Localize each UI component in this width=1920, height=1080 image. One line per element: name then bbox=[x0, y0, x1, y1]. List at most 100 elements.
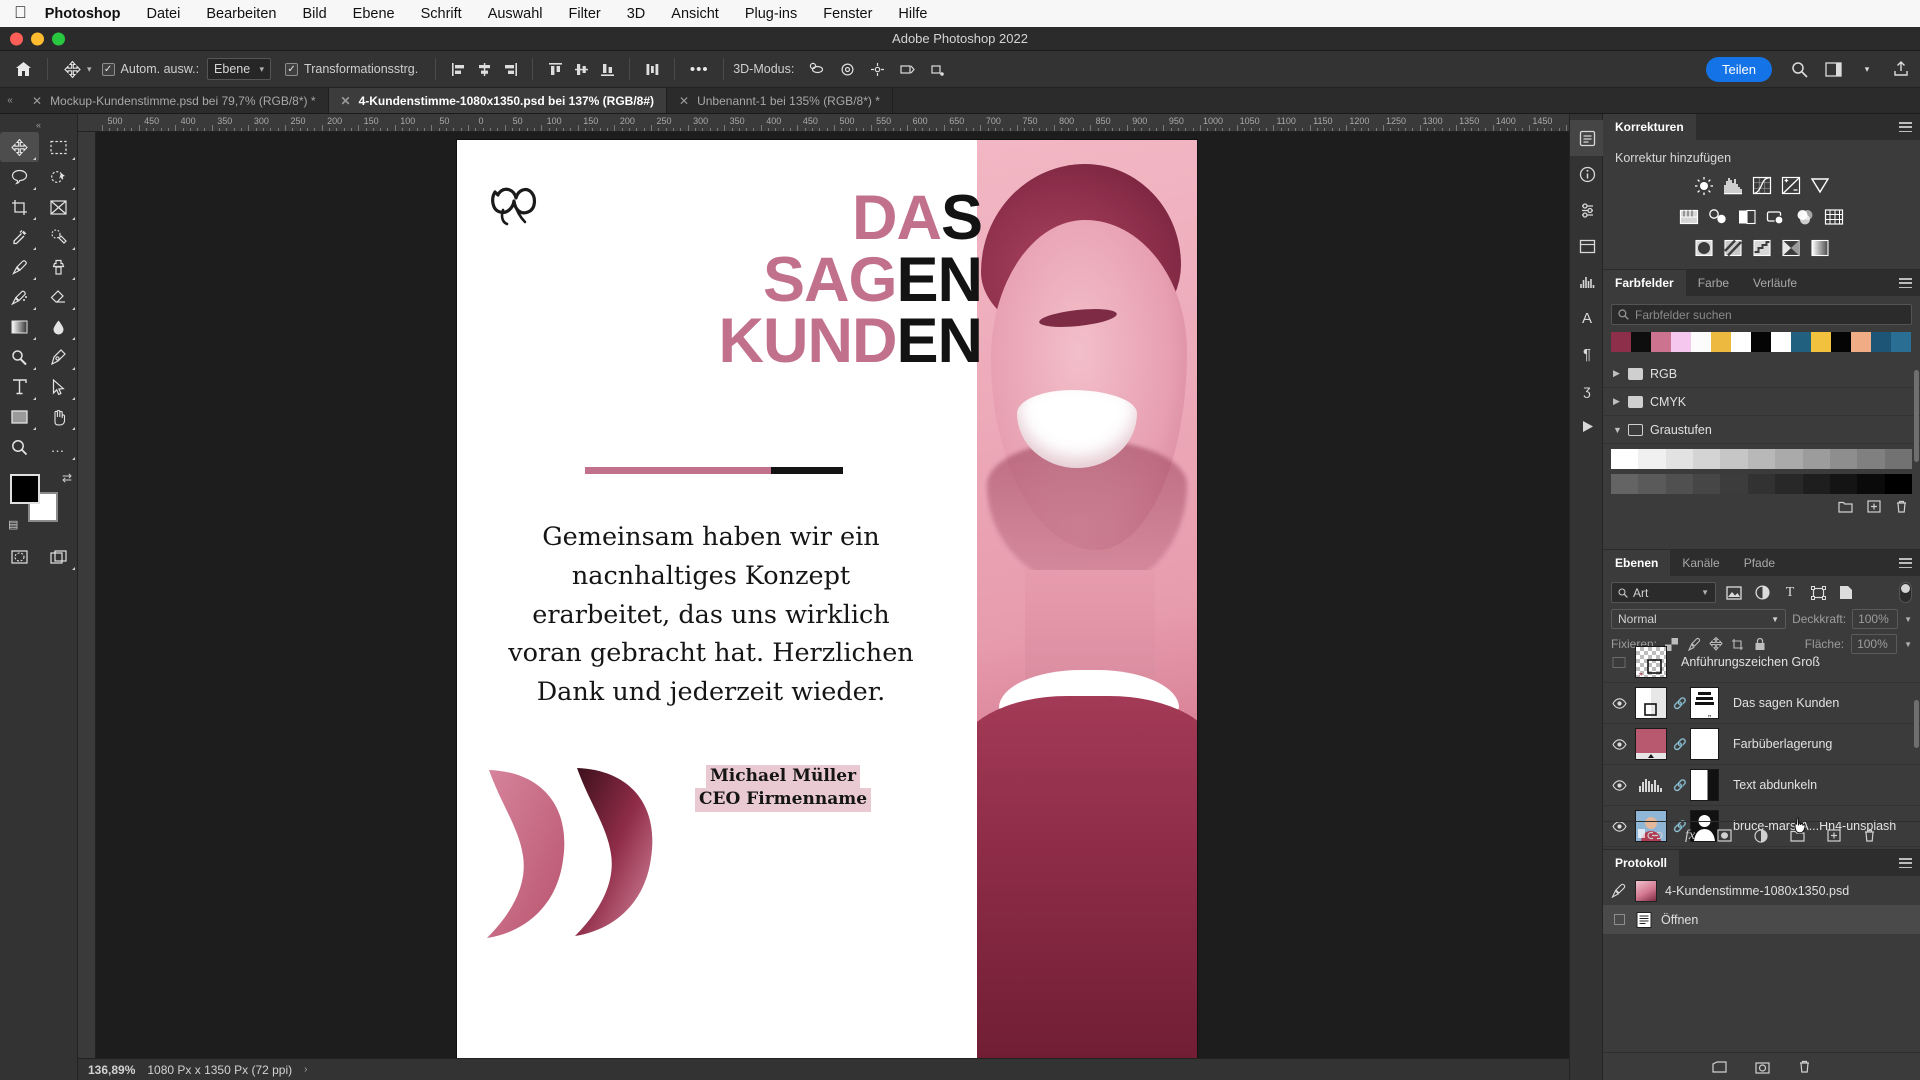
filter-enable-toggle[interactable] bbox=[1899, 582, 1912, 603]
auto-select-checkbox[interactable]: ✓ bbox=[101, 62, 115, 76]
object-selection-tool[interactable] bbox=[39, 162, 78, 192]
3d-pan-icon[interactable] bbox=[862, 55, 892, 83]
swap-colors-icon[interactable]: ⇄ bbox=[62, 471, 72, 485]
brush-tool[interactable] bbox=[0, 252, 39, 282]
properties-icon[interactable] bbox=[1570, 120, 1604, 156]
tab-pfade[interactable]: Pfade bbox=[1732, 550, 1787, 576]
new-swatch-icon[interactable] bbox=[1867, 500, 1881, 513]
brightness-contrast-icon[interactable] bbox=[1693, 175, 1715, 196]
panel-menu-icon[interactable] bbox=[1899, 858, 1912, 868]
grayscale-swatch[interactable] bbox=[1693, 474, 1721, 494]
align-bottom-edges-icon[interactable] bbox=[594, 56, 620, 82]
grayscale-swatch[interactable] bbox=[1638, 449, 1666, 469]
default-colors-icon[interactable]: ▤ bbox=[8, 518, 18, 531]
grayscale-swatch[interactable] bbox=[1638, 474, 1666, 494]
menu-item-3d[interactable]: 3D bbox=[627, 6, 646, 22]
artboard[interactable]: DAS SAGEN KUNDEN Gemeinsam haben wir ein… bbox=[457, 140, 1197, 1065]
invert-icon[interactable] bbox=[1693, 237, 1715, 258]
layer-mask-link-icon[interactable]: 🔗 bbox=[1673, 738, 1687, 751]
panel-menu-icon[interactable] bbox=[1899, 558, 1912, 568]
menu-item-bearbeiten[interactable]: Bearbeiten bbox=[206, 6, 276, 22]
history-brush-slot[interactable] bbox=[1611, 914, 1627, 925]
color-swatch[interactable] bbox=[1611, 332, 1631, 352]
layer-mask-thumbnail[interactable] bbox=[1690, 769, 1719, 801]
move-tool[interactable] bbox=[0, 132, 39, 162]
gradient-tool[interactable] bbox=[0, 312, 39, 342]
table-row[interactable]: 🔗 „ Das sagen Kunden bbox=[1603, 683, 1920, 724]
align-horizontal-centers-icon[interactable] bbox=[471, 56, 497, 82]
color-lookup-icon[interactable] bbox=[1823, 206, 1845, 227]
grayscale-swatch[interactable] bbox=[1611, 449, 1639, 469]
grayscale-swatch[interactable] bbox=[1857, 449, 1885, 469]
filter-adjustment-icon[interactable] bbox=[1752, 583, 1772, 603]
tab-ebenen[interactable]: Ebenen bbox=[1603, 550, 1671, 576]
histogram-icon[interactable] bbox=[1570, 264, 1604, 300]
layer-thumbnail[interactable] bbox=[1635, 728, 1667, 760]
home-icon[interactable] bbox=[8, 55, 38, 83]
layer-mask-link-icon[interactable]: 🔗 bbox=[1673, 697, 1687, 710]
layer-visibility-toggle[interactable] bbox=[1609, 656, 1629, 668]
libraries-icon[interactable] bbox=[1570, 228, 1604, 264]
3d-orbit-icon[interactable] bbox=[802, 55, 832, 83]
color-swatch[interactable] bbox=[1791, 332, 1811, 352]
new-group-icon[interactable] bbox=[1838, 500, 1853, 513]
tab-farbfelder[interactable]: Farbfelder bbox=[1603, 270, 1686, 296]
layer-visibility-toggle[interactable] bbox=[1609, 779, 1629, 791]
rectangle-tool[interactable] bbox=[0, 402, 39, 432]
color-swatch[interactable] bbox=[1691, 332, 1711, 352]
character-icon[interactable]: A bbox=[1570, 300, 1604, 336]
grayscale-swatch[interactable] bbox=[1829, 449, 1858, 469]
swatch-folder-graustufen[interactable]: ▼ Graustufen bbox=[1603, 416, 1920, 444]
layer-style-icon[interactable]: fx bbox=[1685, 828, 1695, 844]
menu-item-schrift[interactable]: Schrift bbox=[421, 6, 462, 22]
selective-color-icon[interactable] bbox=[1780, 237, 1802, 258]
grayscale-swatch[interactable] bbox=[1802, 449, 1830, 469]
chevron-right-icon[interactable]: › bbox=[304, 1064, 307, 1075]
document-tab-kundenstimme[interactable]: ✕ 4-Kundenstimme-1080x1350.psd bei 137% … bbox=[328, 88, 668, 113]
paragraph-icon[interactable]: ¶ bbox=[1570, 336, 1604, 372]
canvas-area[interactable]: DAS SAGEN KUNDEN Gemeinsam haben wir ein… bbox=[96, 132, 1602, 1066]
adjustments-icon[interactable] bbox=[1570, 192, 1604, 228]
new-group-icon[interactable] bbox=[1790, 830, 1805, 842]
layer-visibility-toggle[interactable] bbox=[1609, 697, 1629, 709]
close-icon[interactable]: ✕ bbox=[341, 94, 351, 108]
lasso-tool[interactable] bbox=[0, 162, 39, 192]
list-item[interactable]: Öffnen bbox=[1603, 905, 1920, 934]
posterize-icon[interactable] bbox=[1722, 237, 1744, 258]
swatches-scrollbar[interactable] bbox=[1914, 370, 1919, 462]
share-export-icon[interactable] bbox=[1886, 55, 1916, 83]
menu-item-ansicht[interactable]: Ansicht bbox=[671, 6, 719, 22]
transform-controls-checkbox[interactable]: ✓ bbox=[285, 62, 299, 76]
layer-mask-link-icon[interactable]: 🔗 bbox=[1673, 779, 1687, 792]
align-right-edges-icon[interactable] bbox=[497, 56, 523, 82]
layer-thumbnail[interactable] bbox=[1635, 687, 1667, 719]
delete-swatch-icon[interactable] bbox=[1895, 500, 1908, 513]
layer-mask-thumbnail[interactable]: „ bbox=[1690, 687, 1719, 719]
collapse-tools-icon[interactable]: « bbox=[0, 120, 77, 130]
layer-thumbnail[interactable]: „ bbox=[1635, 646, 1667, 678]
close-icon[interactable]: ✕ bbox=[679, 94, 689, 108]
layer-name[interactable]: Anführungszeichen Groß bbox=[1681, 655, 1820, 669]
color-swatch[interactable] bbox=[1711, 332, 1731, 352]
history-brush-tool[interactable] bbox=[0, 282, 39, 312]
move-tool-icon[interactable] bbox=[57, 55, 87, 83]
3d-slide-icon[interactable] bbox=[892, 55, 922, 83]
gradient-map-icon[interactable] bbox=[1809, 237, 1831, 258]
color-swatch[interactable] bbox=[1751, 332, 1771, 352]
color-swatch[interactable] bbox=[1771, 332, 1791, 352]
apple-logo-icon[interactable]:  bbox=[14, 4, 27, 21]
more-options-button[interactable]: ••• bbox=[684, 55, 714, 83]
layer-mask-thumbnail[interactable] bbox=[1690, 728, 1719, 760]
document-tab-mockup[interactable]: ✕ Mockup-Kundenstimme.psd bei 79,7% (RGB… bbox=[20, 88, 329, 113]
tab-verlaeufe[interactable]: Verläufe bbox=[1741, 270, 1809, 296]
maximize-window-button[interactable] bbox=[52, 32, 65, 45]
blend-mode-select[interactable]: Normal ▼ bbox=[1611, 609, 1787, 629]
color-swatch[interactable] bbox=[1631, 332, 1651, 352]
filter-pixel-icon[interactable] bbox=[1724, 583, 1744, 603]
color-balance-icon[interactable] bbox=[1707, 206, 1729, 227]
swatch-search-field[interactable]: Farbfelder suchen bbox=[1611, 304, 1912, 325]
adjustment-layer-icon[interactable] bbox=[1754, 828, 1768, 843]
grayscale-swatch[interactable] bbox=[1747, 449, 1776, 469]
path-selection-tool[interactable] bbox=[39, 372, 78, 402]
menu-item-hilfe[interactable]: Hilfe bbox=[898, 6, 927, 22]
